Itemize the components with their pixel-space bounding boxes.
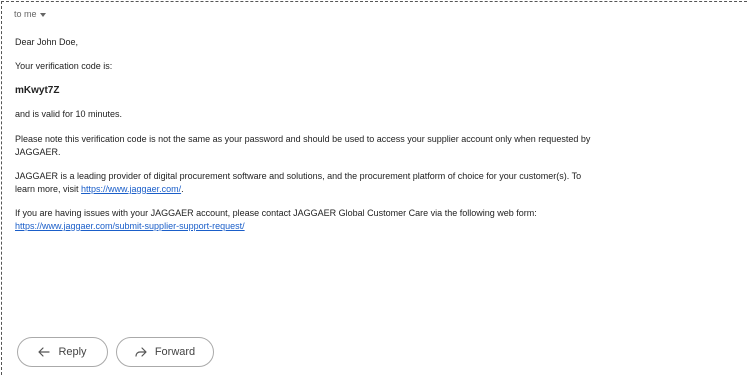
about-line-2-prefix: learn more, visit — [15, 184, 82, 194]
forward-label: Forward — [154, 346, 196, 358]
note-line-2: JAGGAER. — [15, 147, 61, 157]
jaggaer-website-link[interactable]: https://www.jaggaer.com/ — [81, 184, 181, 194]
reply-label: Reply — [58, 346, 87, 358]
to-me-label: to me — [14, 9, 37, 19]
forward-icon — [135, 347, 147, 357]
support-request-link[interactable]: https://www.jaggaer.com/submit-supplier-… — [15, 221, 245, 231]
recipient-details-toggle[interactable]: to me — [14, 9, 46, 19]
reply-button[interactable]: Reply — [17, 337, 108, 367]
code-intro: Your verification code is: — [15, 61, 113, 71]
code-validity: and is valid for 10 minutes. — [15, 109, 123, 119]
forward-button[interactable]: Forward — [116, 337, 214, 367]
about-line-1: JAGGAER is a leading provider of digital… — [15, 171, 582, 181]
chevron-down-icon — [39, 12, 46, 17]
note-line-1: Please note this verification code is no… — [15, 134, 591, 144]
about-line-2-suffix: . — [181, 184, 184, 194]
about-line-2: learn more, visit https://www.jaggaer.co… — [15, 183, 184, 196]
support-line-1: If you are having issues with your JAGGA… — [15, 208, 537, 218]
greeting: Dear John Doe, — [15, 37, 79, 47]
reply-icon — [38, 347, 51, 357]
verification-code: mKwyt7Z — [15, 85, 60, 96]
support-line-2: https://www.jaggaer.com/submit-supplier-… — [15, 220, 245, 233]
